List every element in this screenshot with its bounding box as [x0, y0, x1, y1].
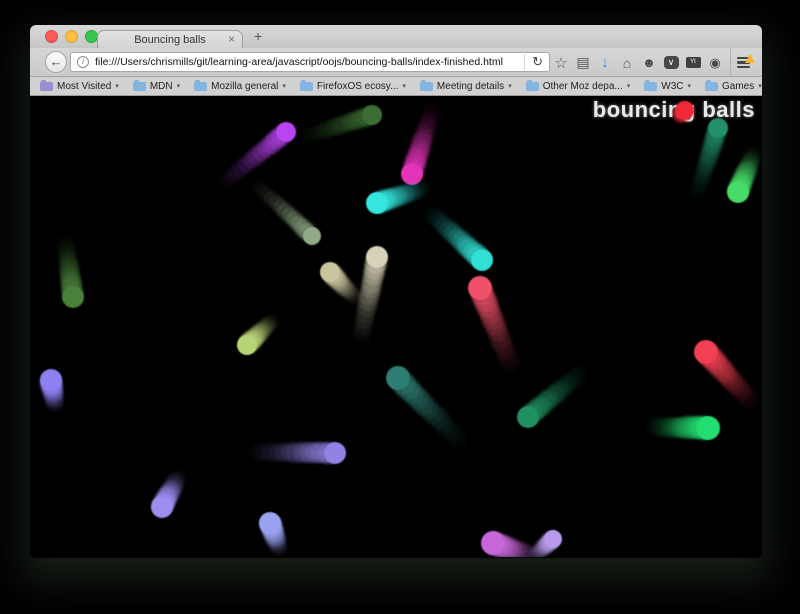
- chevron-down-icon: ▾: [508, 82, 512, 90]
- ball-head: [62, 286, 84, 308]
- chevron-down-icon: ▾: [402, 82, 406, 90]
- warning-badge-icon: [745, 54, 755, 63]
- bookmark-label: MDN: [150, 81, 173, 92]
- bookmark-folder[interactable]: Mozilla general ▾: [194, 81, 286, 92]
- ball-head: [40, 369, 62, 391]
- tab-title: Bouncing balls: [134, 34, 206, 46]
- ball-head: [676, 101, 694, 119]
- pocket-icon[interactable]: ∨: [660, 48, 682, 77]
- ball-head: [727, 181, 749, 203]
- bookmark-folder[interactable]: Games ▾: [705, 81, 762, 92]
- new-tab-button[interactable]: +: [254, 28, 262, 44]
- youtube-glyph: Yt: [686, 57, 701, 68]
- folder-icon: [133, 82, 146, 91]
- bookmark-label: Mozilla general: [211, 81, 278, 92]
- bookmark-label: Meeting details: [437, 81, 504, 92]
- bookmark-label: Other Moz depa...: [543, 81, 623, 92]
- home-icon[interactable]: ⌂: [616, 48, 638, 77]
- reload-icon[interactable]: ↻: [524, 54, 543, 70]
- reading-list-icon[interactable]: ▤: [572, 48, 594, 77]
- youtube-downloader-icon[interactable]: Yt: [682, 48, 704, 77]
- navigation-toolbar: ← i file:///Users/chrismills/git/learnin…: [30, 48, 762, 77]
- chevron-down-icon: ▾: [627, 82, 631, 90]
- ball-head: [471, 249, 493, 271]
- bookmarks-bar: Most Visited▾MDN▾Mozilla general▾Firefox…: [30, 77, 762, 96]
- page-info-icon[interactable]: i: [77, 56, 89, 68]
- download-icon[interactable]: ↓: [594, 48, 616, 77]
- bookmark-label: FirefoxOS ecosy...: [317, 81, 399, 92]
- back-button[interactable]: ←: [45, 51, 67, 73]
- url-text[interactable]: file:///Users/chrismills/git/learning-ar…: [95, 56, 518, 68]
- ball-head: [320, 262, 340, 282]
- ball-head: [386, 366, 410, 390]
- ball-head: [324, 442, 346, 464]
- bookmark-folder[interactable]: Other Moz depa... ▾: [526, 81, 631, 92]
- folder-icon: [644, 82, 657, 91]
- chevron-down-icon: ▾: [688, 82, 692, 90]
- titlebar[interactable]: Bouncing balls × +: [30, 25, 762, 48]
- folder-icon: [300, 82, 313, 91]
- folder-icon: [526, 82, 539, 91]
- bookmark-folder[interactable]: FirefoxOS ecosy...▾: [300, 81, 406, 92]
- bookmark-folder[interactable]: Meeting details ▾: [420, 81, 512, 92]
- balls-canvas: bouncing balls: [30, 96, 762, 557]
- tab-close-icon[interactable]: ×: [228, 32, 235, 46]
- bookmark-folder[interactable]: MDN ▾: [133, 81, 180, 92]
- menu-icon[interactable]: [730, 48, 756, 77]
- ball-head: [481, 531, 505, 555]
- tab-bouncing-balls[interactable]: Bouncing balls ×: [97, 30, 243, 48]
- bookmark-label: W3C: [661, 81, 683, 92]
- pocket-chevron: ∨: [664, 56, 679, 69]
- ball-head: [517, 406, 539, 428]
- minimize-button[interactable]: [65, 30, 78, 43]
- ball-head: [303, 227, 321, 245]
- ball-head: [366, 192, 388, 214]
- ball-head: [468, 276, 492, 300]
- url-bar[interactable]: i file:///Users/chrismills/git/learning-…: [70, 52, 550, 72]
- ball-head: [237, 335, 257, 355]
- bookmark-folder[interactable]: W3C ▾: [644, 81, 691, 92]
- ball-head: [696, 416, 720, 440]
- ball-head: [366, 246, 388, 268]
- browser-window: Bouncing balls × + ← i file:///Users/chr…: [30, 25, 762, 558]
- close-button[interactable]: [45, 30, 58, 43]
- chevron-down-icon: ▾: [758, 82, 762, 90]
- ball-head: [276, 122, 296, 142]
- ball-head: [544, 530, 562, 548]
- folder-icon: [40, 82, 53, 91]
- ball-head: [151, 496, 173, 518]
- bookmark-folder[interactable]: Most Visited ▾: [40, 81, 119, 92]
- ball-head: [362, 105, 382, 125]
- addon-swirl-icon[interactable]: ◉: [704, 48, 726, 77]
- folder-icon: [420, 82, 433, 91]
- chevron-down-icon: ▾: [177, 82, 181, 90]
- chevron-down-icon: ▾: [282, 82, 286, 90]
- chevron-down-icon: ▾: [115, 82, 119, 90]
- traffic-lights: [45, 30, 98, 43]
- folder-icon: [194, 82, 207, 91]
- ball-head: [708, 118, 728, 138]
- toolbar-icons: ☆▤↓⌂☻ ∨ Yt◉: [550, 48, 756, 77]
- bookmark-label: Games: [722, 81, 754, 92]
- ball-head: [694, 340, 718, 364]
- bookmark-label: Most Visited: [57, 81, 111, 92]
- ball-head: [259, 512, 281, 534]
- hello-icon[interactable]: ☻: [638, 48, 660, 77]
- bookmark-star-icon[interactable]: ☆: [550, 48, 572, 77]
- folder-icon: [705, 82, 718, 91]
